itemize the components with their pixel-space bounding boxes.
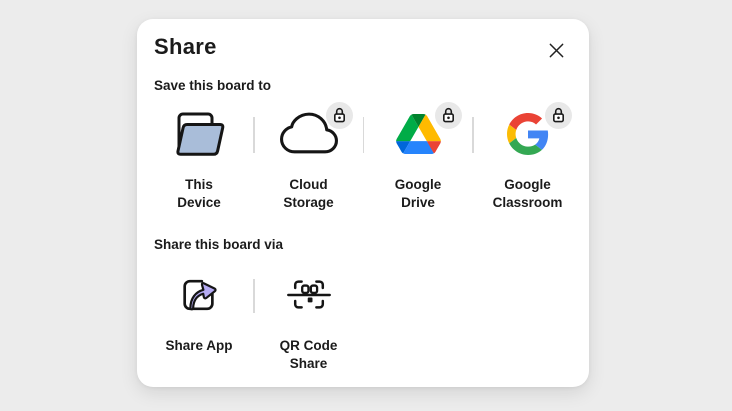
option-label: Google Drive <box>395 176 442 212</box>
lock-badge <box>326 102 353 129</box>
share-option-qr-code[interactable]: QR Code Share <box>255 265 363 373</box>
option-label: This Device <box>177 176 221 212</box>
lock-icon <box>551 106 566 126</box>
google-drive-icon <box>396 114 441 157</box>
dialog-title: Share <box>154 34 217 60</box>
folder-icon <box>171 109 227 162</box>
save-option-this-device[interactable]: This Device <box>145 104 253 212</box>
close-button[interactable] <box>542 36 571 65</box>
section-label-share-via: Share this board via <box>154 236 572 253</box>
save-option-google-drive[interactable]: Google Drive <box>364 104 472 212</box>
share-options-row: Share App <box>137 265 589 373</box>
qr-code-icon <box>286 274 332 318</box>
google-g-icon <box>507 113 549 158</box>
section-label-save: Save this board to <box>154 77 572 94</box>
option-label: Share App <box>165 337 232 355</box>
share-app-icon <box>178 274 220 319</box>
lock-badge <box>435 102 462 129</box>
save-option-cloud-storage[interactable]: Cloud Storage <box>255 104 363 212</box>
option-label: QR Code Share <box>280 337 338 373</box>
dialog-header: Share <box>137 19 589 65</box>
option-label: Google Classroom <box>493 176 563 212</box>
share-dialog: Share Save this board to This Device <box>137 19 589 387</box>
lock-icon <box>332 106 347 126</box>
save-options-row: This Device <box>137 104 589 212</box>
option-label: Cloud Storage <box>283 176 333 212</box>
save-option-google-classroom[interactable]: Google Classroom <box>474 104 582 212</box>
lock-badge <box>545 102 572 129</box>
share-option-share-app[interactable]: Share App <box>145 265 253 355</box>
close-icon <box>548 47 565 62</box>
lock-icon <box>441 106 456 126</box>
